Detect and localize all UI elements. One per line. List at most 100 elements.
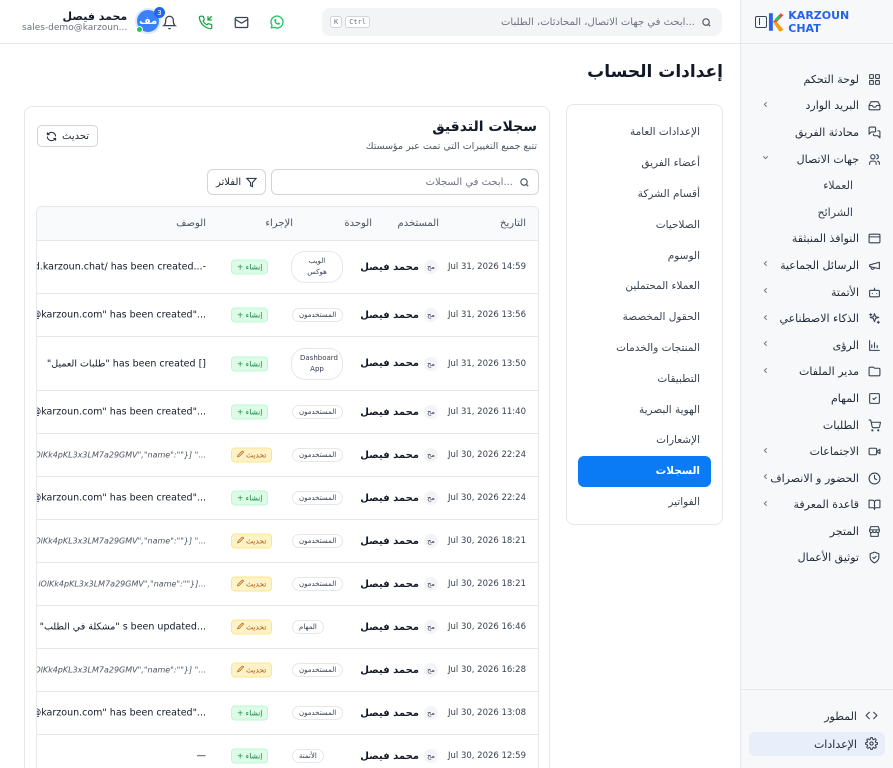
- settings-menu-item[interactable]: أعضاء الفريق: [567, 148, 722, 179]
- refresh-label: تحديث: [62, 130, 90, 142]
- settings-menu-item[interactable]: العملاء المحتملين: [567, 271, 722, 302]
- chevron-left-icon[interactable]: [761, 472, 770, 484]
- phone-call-icon[interactable]: [196, 13, 214, 31]
- table-row[interactable]: Jul 30, 2026 18:21 محمد فيصل مح المستخدمون ت…: [37, 563, 538, 606]
- table-row[interactable]: Jul 30, 2026 16:28 محمد فيصل مح المستخدمون ت…: [37, 649, 538, 692]
- settings-menu-item[interactable]: التطبيقات: [567, 363, 722, 394]
- row-action-badge: + إنشاء: [231, 490, 269, 506]
- settings-menu-item[interactable]: السجلات: [578, 455, 711, 487]
- table-header: التاريخ المستخدم الوحدة الإجراء الوصف: [37, 207, 538, 241]
- gear-icon: [865, 737, 879, 751]
- sidebar-item[interactable]: المتجر: [741, 518, 893, 545]
- sidebar-item[interactable]: الحضور و الانصراف: [741, 465, 893, 492]
- sidebar-subitem[interactable]: الشرائح: [741, 199, 893, 226]
- sidebar-item[interactable]: الاجتماعات: [741, 438, 893, 465]
- table-row[interactable]: Jul 31, 2026 13:50 محمد فيصل مح Dashboard A…: [37, 337, 538, 391]
- table-row[interactable]: Jul 30, 2026 12:59 محمد فيصل مح الأتمتة + إن…: [37, 735, 538, 768]
- sidebar-item[interactable]: محادثة الفريق: [741, 119, 893, 146]
- audit-search-input[interactable]: ابحث في السجلات...: [271, 169, 539, 195]
- table-row[interactable]: Jul 30, 2026 22:24 محمد فيصل مح المستخدمون +…: [37, 477, 538, 520]
- table-row[interactable]: Jul 30, 2026 13:08 محمد فيصل مح المستخدمون +…: [37, 692, 538, 735]
- row-user-avatar: مح: [424, 448, 438, 462]
- column-description[interactable]: الوصف: [176, 218, 206, 229]
- sidebar-item[interactable]: الرؤى: [741, 332, 893, 359]
- sidebar-item[interactable]: المهام: [741, 385, 893, 412]
- global-search-input[interactable]: K Ctrl ابحث في جهات الاتصال، المحادثات، …: [322, 8, 722, 36]
- audit-title: سجلات التدقيق: [432, 119, 537, 135]
- global-search-placeholder-text: ابحث في جهات الاتصال، المحادثات، الطلبات…: [501, 16, 695, 28]
- column-user[interactable]: المستخدم: [398, 218, 439, 229]
- chevron-left-icon[interactable]: [761, 446, 770, 458]
- table-row[interactable]: Jul 31, 2026 11:40 محمد فيصل مح المستخدمون +…: [37, 391, 538, 434]
- column-entity[interactable]: الوحدة: [344, 218, 372, 229]
- table-row[interactable]: Jul 30, 2026 22:24 محمد فيصل مح المستخدمون ت…: [37, 434, 538, 477]
- sidebar-item-label: جهات الاتصال: [796, 152, 859, 166]
- table-row[interactable]: Jul 31, 2026 14:59 محمد فيصل مح الويب هوكس +…: [37, 241, 538, 294]
- sidebar-item[interactable]: الطلبات: [741, 412, 893, 439]
- sidebar-item[interactable]: الأتمتة: [741, 279, 893, 306]
- row-description: "طلبات العميل" has been created []: [46, 358, 206, 369]
- row-user-avatar: مح: [424, 620, 438, 634]
- row-user-name: محمد فيصل: [360, 578, 419, 590]
- refresh-button[interactable]: تحديث: [37, 125, 99, 147]
- table-row[interactable]: Jul 31, 2026 13:56 محمد فيصل مح المستخدمون +…: [37, 294, 538, 337]
- row-date: Jul 30, 2026 22:24: [447, 450, 526, 460]
- sidebar-item[interactable]: الرسائل الجماعية: [741, 252, 893, 279]
- settings-menu-item[interactable]: الصلاحيات: [567, 209, 722, 240]
- row-entity-badge: المستخدمون: [292, 308, 344, 322]
- sidebar-item[interactable]: لوحة التحكم: [741, 66, 893, 93]
- karzoun-logo-icon: [768, 12, 784, 32]
- settings-menu-item[interactable]: الإشعارات: [567, 425, 722, 456]
- sidebar-footer-item[interactable]: الإعدادات: [749, 732, 885, 756]
- chevron-left-icon[interactable]: [761, 313, 770, 325]
- chevron-down-icon[interactable]: [761, 153, 770, 165]
- sidebar-footer-item[interactable]: المطور: [749, 704, 885, 728]
- row-user: محمد فيصل مح: [360, 260, 438, 274]
- sidebar-item[interactable]: جهات الاتصال: [741, 146, 893, 173]
- whatsapp-icon[interactable]: [268, 13, 286, 31]
- sidebar-item[interactable]: البريد الوارد: [741, 93, 893, 120]
- user-profile[interactable]: محمد فيصل sales-demo@karzoun... مف: [22, 8, 162, 34]
- filters-button[interactable]: الفلاتر: [207, 169, 267, 195]
- row-action-label: + إنشاء: [237, 407, 263, 417]
- audit-logs-card: سجلات التدقيق تتبع جميع التغييرات التي ت…: [24, 106, 550, 768]
- row-action-badge: تحديث: [231, 619, 273, 635]
- sidebar-collapse-icon[interactable]: [755, 15, 767, 28]
- column-date[interactable]: التاريخ: [500, 218, 526, 229]
- chevron-left-icon[interactable]: [761, 259, 770, 271]
- chevron-left-icon[interactable]: [761, 499, 770, 511]
- row-action-badge: تحديث: [231, 533, 273, 549]
- sidebar-item[interactable]: قاعدة المعرفة: [741, 492, 893, 519]
- chevron-left-icon[interactable]: [761, 339, 770, 351]
- sidebar-item[interactable]: الذكاء الاصطناعي: [741, 305, 893, 332]
- column-action[interactable]: الإجراء: [265, 218, 293, 229]
- sidebar-item[interactable]: النوافذ المنبثقة: [741, 226, 893, 253]
- table-row[interactable]: Jul 30, 2026 18:21 محمد فيصل مح المستخدمون ت…: [37, 520, 538, 563]
- settings-menu-item[interactable]: الإعدادات العامة: [567, 117, 722, 148]
- chevron-left-icon[interactable]: [761, 286, 770, 298]
- brand-logo[interactable]: KARZOUN CHAT: [767, 9, 883, 35]
- mail-icon[interactable]: [232, 13, 250, 31]
- settings-menu-item[interactable]: أقسام الشركة: [567, 179, 722, 210]
- settings-menu-item[interactable]: الهوية البصرية: [567, 394, 722, 425]
- settings-menu-item[interactable]: الحقول المخصصة: [567, 302, 722, 333]
- filter-icon: [246, 177, 258, 187]
- row-user: محمد فيصل مح: [360, 308, 438, 322]
- row-action-label: + إنشاء: [237, 310, 263, 320]
- notifications-bell-icon[interactable]: 3: [154, 7, 178, 31]
- row-user: محمد فيصل مح: [360, 663, 438, 677]
- settings-menu-item[interactable]: الفواتير: [567, 487, 722, 518]
- sidebar-item[interactable]: مدير الملفات: [741, 359, 893, 386]
- user-name: محمد فيصل: [62, 9, 128, 23]
- sidebar-item-label: لوحة التحكم: [803, 72, 859, 86]
- settings-menu-item[interactable]: المنتجات والخدمات: [567, 333, 722, 364]
- table-row[interactable]: Jul 30, 2026 16:46 محمد فيصل مح المهام تحديث…: [37, 606, 538, 649]
- row-action-badge: + إنشاء: [231, 307, 269, 323]
- sidebar-subitem[interactable]: العملاء: [741, 172, 893, 199]
- sidebar-item-label: الحضور و الانصراف: [770, 471, 859, 485]
- chevron-left-icon[interactable]: [761, 366, 770, 378]
- row-description: iOlKk4pKL3x3LM7a29GMV","name":""}] "...: [36, 665, 206, 675]
- settings-menu-item[interactable]: الوسوم: [567, 240, 722, 271]
- sidebar-item[interactable]: توثيق الأعمال: [741, 545, 893, 572]
- chevron-left-icon[interactable]: [761, 100, 770, 112]
